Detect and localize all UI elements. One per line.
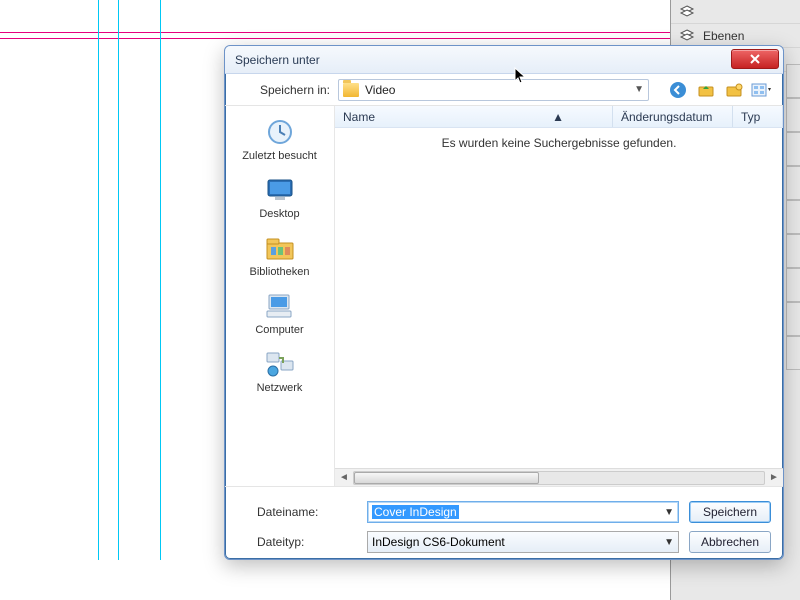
panel-handle[interactable]: [786, 268, 800, 302]
dialog-footer: Dateiname: Cover InDesign ▼ Speichern Da…: [225, 486, 783, 560]
col-label: Typ: [741, 110, 760, 124]
new-folder-button[interactable]: [723, 80, 745, 100]
place-desktop[interactable]: Desktop: [225, 170, 334, 224]
cursor-icon: [514, 67, 528, 88]
filetype-value: InDesign CS6-Dokument: [372, 535, 505, 549]
filetype-label: Dateityp:: [257, 535, 357, 549]
place-label: Zuletzt besucht: [242, 150, 317, 162]
cancel-button[interactable]: Abbrechen: [689, 531, 771, 553]
places-bar: Zuletzt besucht Desktop Bibliotheken Com…: [225, 106, 335, 486]
folder-name: Video: [365, 83, 634, 97]
empty-message: Es wurden keine Suchergebnisse gefunden.: [335, 128, 783, 468]
folder-dropdown[interactable]: Video ▼: [338, 79, 649, 101]
chevron-down-icon: ▼: [664, 537, 674, 548]
panel-handle[interactable]: [786, 166, 800, 200]
panel-handle[interactable]: [786, 200, 800, 234]
button-label: Speichern: [703, 505, 757, 519]
place-computer[interactable]: Computer: [225, 286, 334, 340]
dialog-body: Zuletzt besucht Desktop Bibliotheken Com…: [225, 106, 783, 486]
place-recent[interactable]: Zuletzt besucht: [225, 112, 334, 166]
folder-icon: [343, 83, 359, 97]
filename-label: Dateiname:: [257, 505, 357, 519]
col-type[interactable]: Typ: [733, 106, 783, 127]
col-label: Name: [343, 110, 375, 124]
scroll-thumb[interactable]: [354, 472, 539, 484]
view-menu-button[interactable]: [751, 80, 773, 100]
panel-handle[interactable]: [786, 234, 800, 268]
close-button[interactable]: [731, 49, 779, 69]
guide-vertical: [118, 0, 119, 560]
network-icon: [262, 348, 298, 380]
scroll-left-icon[interactable]: ◄: [335, 470, 353, 486]
guide-horizontal: [0, 32, 670, 33]
nav-toolbar: [667, 80, 773, 100]
filename-input[interactable]: Cover InDesign ▼: [367, 501, 679, 523]
panel-handle[interactable]: [786, 302, 800, 336]
titlebar[interactable]: Speichern unter: [225, 46, 783, 74]
sort-indicator-icon: ▲: [552, 110, 564, 124]
save-button[interactable]: Speichern: [689, 501, 771, 523]
filetype-dropdown[interactable]: InDesign CS6-Dokument ▼: [367, 531, 679, 553]
file-list-area: Name ▲ Änderungsdatum Typ Es wurden kein…: [335, 106, 783, 486]
layers-icon: [679, 4, 695, 20]
guide-horizontal: [0, 38, 670, 39]
place-label: Desktop: [259, 208, 299, 220]
save-in-label: Speichern in:: [245, 83, 330, 97]
place-label: Computer: [255, 324, 303, 336]
panel-handle[interactable]: [786, 98, 800, 132]
filename-value: Cover InDesign: [372, 505, 459, 519]
place-label: Netzwerk: [257, 382, 303, 394]
panel-item[interactable]: [671, 0, 800, 24]
dialog-title: Speichern unter: [235, 53, 320, 67]
recent-icon: [262, 116, 298, 148]
panel-item-label: Ebenen: [703, 29, 744, 43]
place-libraries[interactable]: Bibliotheken: [225, 228, 334, 282]
chevron-down-icon: ▼: [634, 84, 644, 95]
place-label: Bibliotheken: [250, 266, 310, 278]
back-button[interactable]: [667, 80, 689, 100]
computer-icon: [262, 290, 298, 322]
panel-handle[interactable]: [786, 336, 800, 370]
button-label: Abbrechen: [701, 535, 759, 549]
libraries-icon: [262, 232, 298, 264]
chevron-down-icon: ▼: [664, 507, 674, 518]
place-network[interactable]: Netzwerk: [225, 344, 334, 398]
scroll-track[interactable]: [353, 471, 765, 485]
col-label: Änderungsdatum: [621, 110, 712, 124]
col-name[interactable]: Name ▲: [335, 106, 613, 127]
column-headers: Name ▲ Änderungsdatum Typ: [335, 106, 783, 128]
desktop-icon: [262, 174, 298, 206]
col-date[interactable]: Änderungsdatum: [613, 106, 733, 127]
horizontal-scrollbar[interactable]: ◄ ►: [335, 468, 783, 486]
guide-vertical: [98, 0, 99, 560]
guide-vertical: [160, 0, 161, 560]
layers-icon: [679, 28, 695, 44]
panel-handle[interactable]: [786, 132, 800, 166]
scroll-right-icon[interactable]: ►: [765, 470, 783, 486]
save-as-dialog: Speichern unter Speichern in: Video ▼: [224, 45, 784, 560]
panel-handles: [786, 64, 800, 370]
up-folder-button[interactable]: [695, 80, 717, 100]
location-row: Speichern in: Video ▼: [225, 74, 783, 106]
panel-handle[interactable]: [786, 64, 800, 98]
